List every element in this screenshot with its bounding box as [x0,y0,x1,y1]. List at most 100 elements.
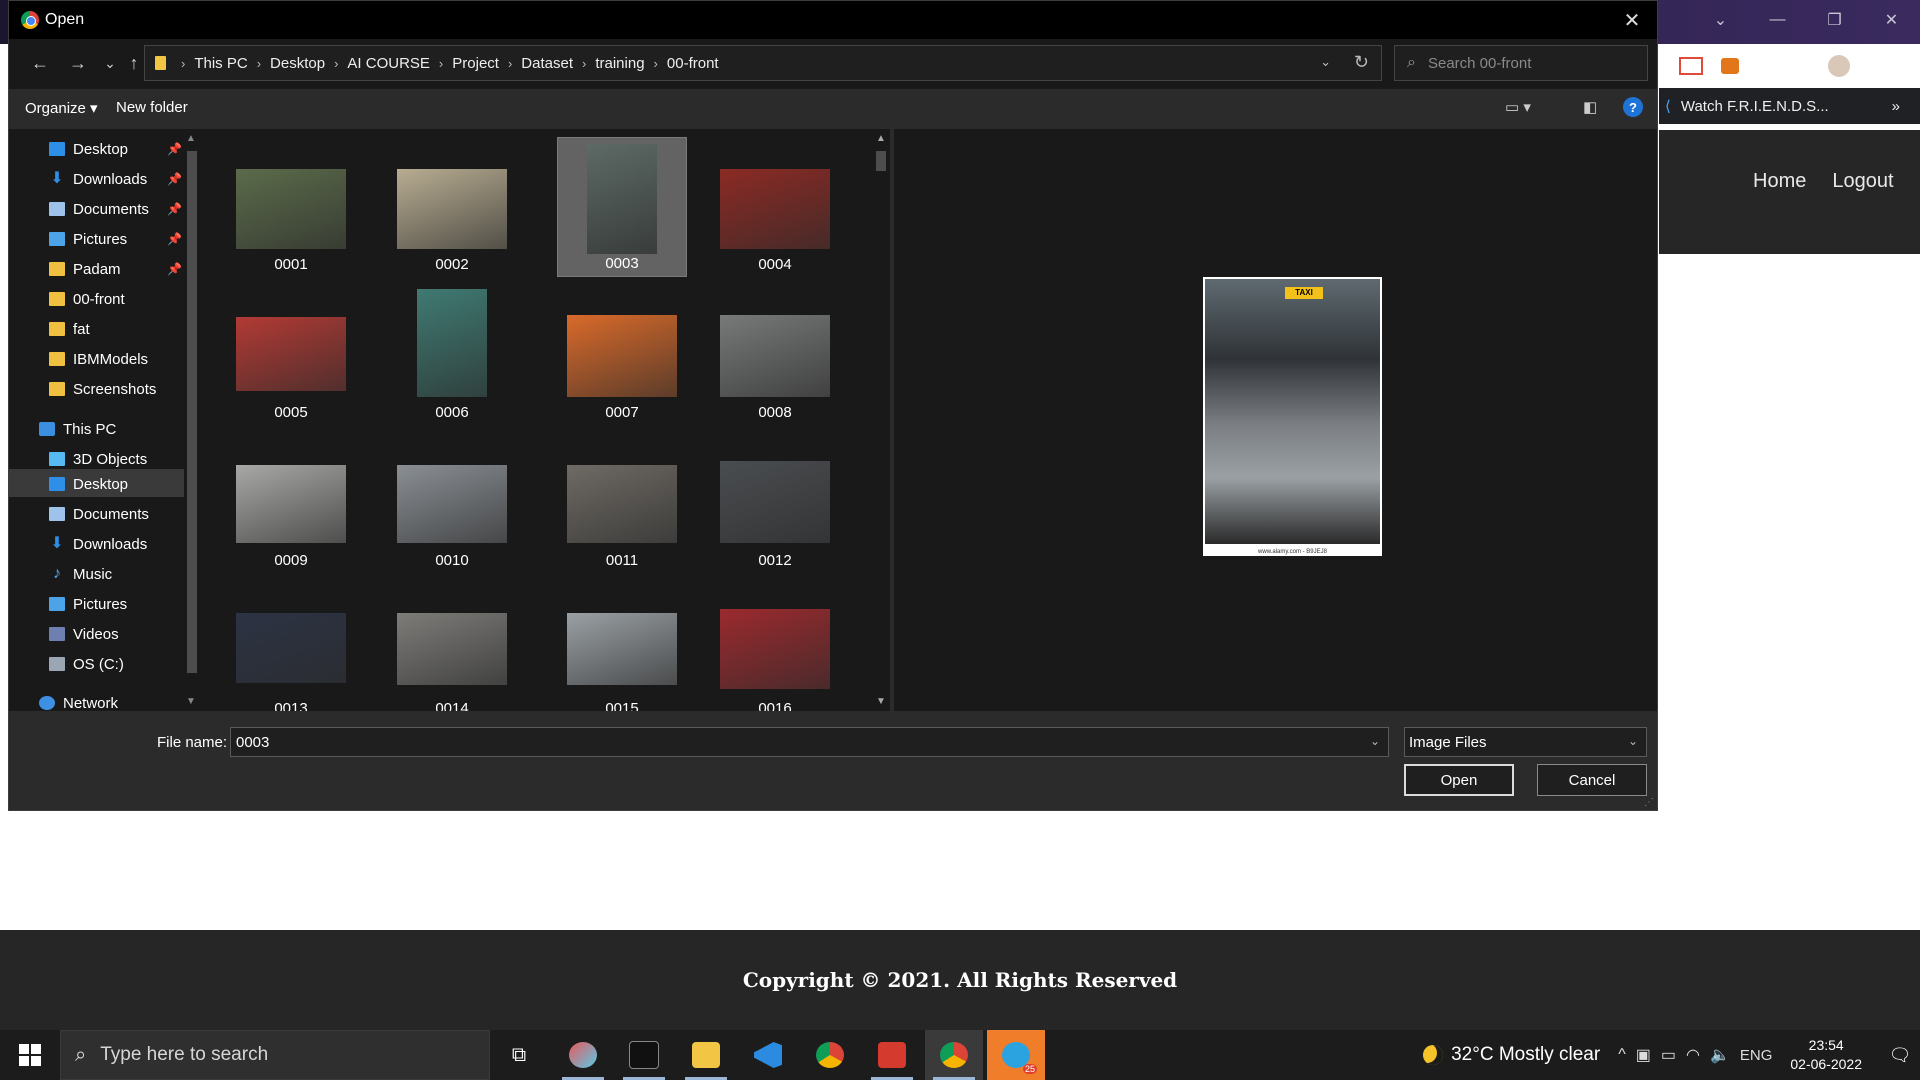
recent-locations-icon[interactable]: ⌄ [97,49,123,77]
chrome-profile-icon[interactable] [925,1030,983,1080]
telegram-icon[interactable]: 25 [987,1030,1045,1080]
view-options-icon[interactable]: ▭ ▾ [1505,98,1531,116]
language-indicator[interactable]: ENG [1740,1047,1773,1064]
file-explorer-icon[interactable] [677,1030,735,1080]
resize-grip-icon[interactable]: ⋰ [1644,797,1654,808]
nav-item-3d-objects[interactable]: 3D Objects [49,447,147,471]
file-tile-0016[interactable]: 0016 [710,581,840,711]
start-button[interactable] [0,1030,60,1080]
breadcrumb-this-pc[interactable]: This PC [194,55,247,72]
cancel-button[interactable]: Cancel [1537,764,1647,796]
nav-home-link[interactable]: Home [1753,170,1806,193]
file-tile-0001[interactable]: 0001 [226,137,356,277]
file-tile-0002[interactable]: 0002 [387,137,517,277]
file-tile-0009[interactable]: 0009 [226,433,356,573]
nav-item-documents[interactable]: Documents [49,502,149,526]
weather-widget[interactable]: 32°C Mostly clear [1423,1044,1600,1066]
file-name-input[interactable] [234,733,1358,752]
open-button[interactable]: Open [1404,764,1514,796]
wifi-icon[interactable]: ◠ [1686,1045,1700,1065]
nav-item-music[interactable]: ♪ Music [49,562,112,586]
nav-item-screenshots[interactable]: Screenshots [49,377,156,401]
menu-icon[interactable]: ⋮ [1868,56,1886,77]
nav-item-documents-quick[interactable]: Documents 📌 [49,197,184,221]
nav-item-this-pc[interactable]: This PC [39,417,116,441]
address-dropdown-icon[interactable]: ⌄ [1320,54,1331,70]
search-input[interactable] [1425,53,1630,73]
breadcrumb-00-front[interactable]: 00-front [667,55,719,72]
breadcrumb-desktop[interactable]: Desktop [270,55,325,72]
file-tile-0006[interactable]: 0006 [387,285,517,425]
battery-icon[interactable]: ▭ [1661,1045,1676,1065]
meet-now-icon[interactable]: ▣ [1636,1045,1651,1065]
cast-icon[interactable] [1679,57,1703,75]
vscode-icon[interactable] [739,1030,797,1080]
bookmarks-overflow-icon[interactable]: » [1892,98,1900,115]
file-tile-0012[interactable]: 0012 [710,433,840,573]
breadcrumb-training[interactable]: training [595,55,644,72]
metamask-icon[interactable] [1721,58,1739,74]
task-view-icon[interactable]: ⧉ [490,1030,548,1080]
back-icon[interactable]: ← [27,49,53,77]
nav-item-desktop[interactable]: Desktop [49,472,128,496]
nav-pane-scrollbar[interactable]: ▲ ▼ [184,129,200,711]
search-box[interactable]: ⌕ [1394,45,1648,81]
chrome-icon[interactable] [801,1030,859,1080]
nav-item-00-front[interactable]: 00-front [49,287,125,311]
side-panel-icon[interactable] [1790,56,1811,76]
nav-item-desktop-quick[interactable]: Desktop 📌 [49,137,184,161]
bookmark-item[interactable]: Watch F.R.I.E.N.D.S... [1681,98,1829,115]
nav-item-padam[interactable]: Padam 📌 [49,257,184,281]
chevron-down-icon[interactable]: ⌄ [1628,734,1638,748]
nav-item-downloads-quick[interactable]: ⬇ Downloads 📌 [49,167,184,191]
taskbar-search[interactable]: ⌕ [60,1030,490,1080]
vivaldi-icon[interactable] [863,1030,921,1080]
scroll-down-icon[interactable]: ▼ [876,696,886,707]
file-tile-0011[interactable]: 0011 [557,433,687,573]
notification-icon[interactable]: 🗨 [1880,1045,1920,1066]
taskbar-search-input[interactable] [98,1043,433,1067]
profile-avatar[interactable] [1828,55,1851,77]
nav-item-fat[interactable]: fat [49,317,90,341]
file-tile-0004[interactable]: 0004 [710,137,840,277]
nav-item-os-c[interactable]: OS (C:) [49,652,124,676]
scroll-up-icon[interactable]: ▲ [186,133,196,144]
file-tile-0005[interactable]: 0005 [226,285,356,425]
tab-search-icon[interactable]: ⌄ [1692,0,1749,40]
file-tile-0014[interactable]: 0014 [387,581,517,711]
file-tile-0013[interactable]: 0013 [226,581,356,711]
chevron-down-icon[interactable]: ⌄ [1370,734,1380,748]
file-tile-0007[interactable]: 0007 [557,285,687,425]
nav-item-videos[interactable]: Videos [49,622,119,646]
breadcrumb-dataset[interactable]: Dataset [521,55,573,72]
breadcrumb-project[interactable]: Project [452,55,499,72]
terminal-icon[interactable] [615,1030,673,1080]
file-tile-0010[interactable]: 0010 [387,433,517,573]
close-window-icon[interactable]: ✕ [1863,0,1920,40]
help-icon[interactable]: ? [1623,97,1643,117]
chevron-up-icon[interactable]: ^ [1618,1046,1626,1064]
minimize-icon[interactable]: — [1749,0,1806,40]
organize-button[interactable]: Organize ▾ [25,99,98,117]
clock[interactable]: 23:54 02-06-2022 [1790,1036,1862,1074]
preview-pane-icon[interactable]: ◧ [1583,98,1597,116]
nav-item-downloads[interactable]: ⬇ Downloads [49,532,147,556]
restore-icon[interactable]: ❐ [1806,0,1863,40]
forward-icon[interactable]: → [65,49,91,77]
nav-item-pictures-quick[interactable]: Pictures 📌 [49,227,184,251]
nav-logout-link[interactable]: Logout [1832,170,1893,193]
file-tile-0015[interactable]: 0015 [557,581,687,711]
volume-icon[interactable]: 🔈 [1710,1045,1730,1065]
file-name-field[interactable]: ⌄ [230,727,1389,757]
nav-item-pictures[interactable]: Pictures [49,592,127,616]
nav-item-ibmmodels[interactable]: IBMModels [49,347,148,371]
scrollbar-thumb[interactable] [187,151,197,673]
scroll-down-icon[interactable]: ▼ [186,696,196,707]
file-type-select[interactable]: Image Files ⌄ [1404,727,1647,757]
paint-3d-icon[interactable] [554,1030,612,1080]
file-tile-0008[interactable]: 0008 [710,285,840,425]
scrollbar-thumb[interactable] [876,151,886,171]
file-list-scrollbar[interactable]: ▲ ▼ [872,129,890,711]
scroll-up-icon[interactable]: ▲ [876,133,886,144]
close-icon[interactable]: ✕ [1617,5,1647,35]
